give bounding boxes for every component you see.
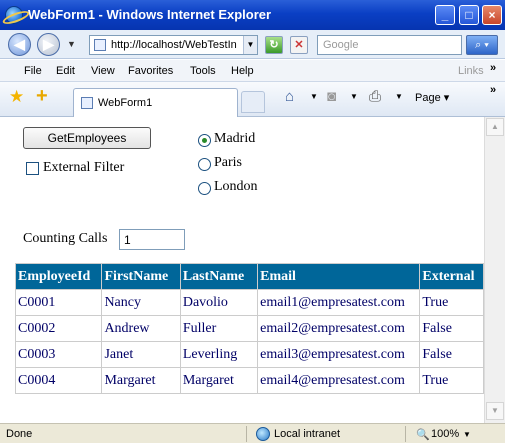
cell-employee-id: C0001 [14,289,103,316]
cell-first-name: Janet [101,341,181,368]
forward-button[interactable]: ▶ [37,33,60,56]
chevron-more-icon[interactable]: » [490,62,496,74]
cell-email: email4@empresatest.com [257,367,421,394]
header-external: External [419,263,484,290]
external-filter-checkbox[interactable] [26,162,39,175]
radio-london-label: London [214,179,258,194]
scroll-down-arrow[interactable]: ▼ [486,402,504,420]
cell-external: True [419,367,484,394]
zoom-dropdown[interactable]: ▼ [463,430,471,439]
page-label: Page [415,92,441,104]
feeds-dropdown[interactable]: ▼ [350,92,358,101]
page-icon [94,39,106,51]
search-placeholder: Google [323,39,359,51]
print-icon[interactable]: ⎙ [369,88,381,105]
header-first-name: FirstName [101,263,181,290]
back-button[interactable]: ◀ [8,33,31,56]
cell-external: True [419,289,484,316]
menu-edit[interactable]: Edit [56,65,75,77]
status-separator [246,426,247,442]
cell-external: False [419,341,484,368]
menu-tools[interactable]: Tools [190,65,216,77]
address-field[interactable]: http://localhost/WebTestIn ▼ [89,35,258,55]
cell-last-name: Fuller [179,315,259,342]
tab-page-icon [81,97,93,109]
status-text: Done [6,428,33,440]
table-row: C0001 Nancy Davolio email1@empresatest.c… [14,289,484,316]
external-filter-label: External Filter [43,160,125,175]
address-dropdown[interactable]: ▼ [243,36,257,54]
cell-last-name: Davolio [179,289,259,316]
home-icon[interactable]: ⌂ [285,88,294,105]
close-button[interactable]: × [482,5,502,25]
cell-last-name: Leverling [179,341,259,368]
favorites-star-icon[interactable]: ★ [9,87,24,107]
radio-madrid-label: Madrid [214,131,256,146]
header-last-name: LastName [179,263,259,290]
print-dropdown[interactable]: ▼ [395,92,403,101]
search-button[interactable]: ⌕ ▾ [466,35,498,55]
cell-employee-id: C0004 [14,367,103,394]
vertical-scrollbar[interactable]: ▲ ▼ [484,117,505,423]
cell-first-name: Margaret [101,367,181,394]
new-tab-button[interactable] [241,91,265,113]
zoom-level[interactable]: 100% [431,428,459,440]
maximize-button[interactable]: □ [459,5,479,25]
menu-favorites[interactable]: Favorites [128,65,173,77]
recent-pages-dropdown[interactable]: ▼ [67,39,76,49]
title-bar: WebForm1 - Windows Internet Explorer _ □… [0,0,505,30]
address-toolbar: ◀ ▶ ▼ http://localhost/WebTestIn ▼ ↻ ✕ G… [0,30,505,59]
address-text: http://localhost/WebTestIn [111,39,237,51]
home-dropdown[interactable]: ▼ [310,92,318,101]
table-row: C0004 Margaret Margaret email4@empresate… [14,367,484,394]
toolbar-chevron-icon[interactable]: » [490,84,496,96]
stop-button[interactable]: ✕ [290,36,308,54]
cell-external: False [419,315,484,342]
radio-paris-label: Paris [214,155,242,170]
get-employees-button[interactable]: GetEmployees [23,127,151,149]
radio-madrid[interactable] [198,134,211,147]
search-input[interactable]: Google [317,35,462,55]
cell-email: email1@empresatest.com [257,289,421,316]
cell-email: email3@empresatest.com [257,341,421,368]
menu-view[interactable]: View [91,65,115,77]
table-row: C0003 Janet Leverling email3@empresatest… [14,341,484,368]
globe-icon [256,427,270,441]
table-row: C0002 Andrew Fuller email2@empresatest.c… [14,315,484,342]
refresh-button[interactable]: ↻ [265,36,283,54]
cell-employee-id: C0003 [14,341,103,368]
header-employee-id: EmployeeId [14,263,103,290]
zoom-icon[interactable]: 🔍 [416,428,430,441]
status-separator [405,426,406,442]
menu-help[interactable]: Help [231,65,254,77]
tab-toolbar: ★ + WebForm1 ⌂ ▼ ◙ ▼ ⎙ ▼ Page ▾ » [0,82,505,117]
cell-employee-id: C0002 [14,315,103,342]
cell-first-name: Nancy [101,289,181,316]
cell-first-name: Andrew [101,315,181,342]
ie-logo-icon [5,6,23,24]
add-favorite-icon[interactable]: + [36,85,48,108]
counting-calls-input[interactable]: 1 [119,229,185,250]
page-menu-button[interactable]: Page ▾ [415,91,449,104]
employees-table: EmployeeId FirstName LastName Email Exte… [14,263,484,394]
tab-webform1[interactable]: WebForm1 [73,88,238,117]
cell-last-name: Margaret [179,367,259,394]
menu-file[interactable]: File [24,65,42,77]
security-zone[interactable]: Local intranet [274,428,340,440]
header-email: Email [257,263,421,290]
menu-bar: File Edit View Favorites Tools Help Link… [0,60,505,82]
status-bar: Done Local intranet 🔍 100% ▼ [0,423,505,443]
counting-calls-label: Counting Calls [23,231,108,246]
minimize-button[interactable]: _ [435,5,455,25]
radio-london[interactable] [198,182,211,195]
feeds-icon[interactable]: ◙ [327,88,336,105]
scroll-up-arrow[interactable]: ▲ [486,118,504,136]
tab-title: WebForm1 [98,97,153,109]
table-header-row: EmployeeId FirstName LastName Email Exte… [14,263,484,290]
radio-paris[interactable] [198,158,211,171]
cell-email: email2@empresatest.com [257,315,421,342]
page-content: GetEmployees External Filter Madrid Pari… [0,117,484,423]
links-label[interactable]: Links [458,65,484,77]
window-title: WebForm1 - Windows Internet Explorer [28,7,272,22]
